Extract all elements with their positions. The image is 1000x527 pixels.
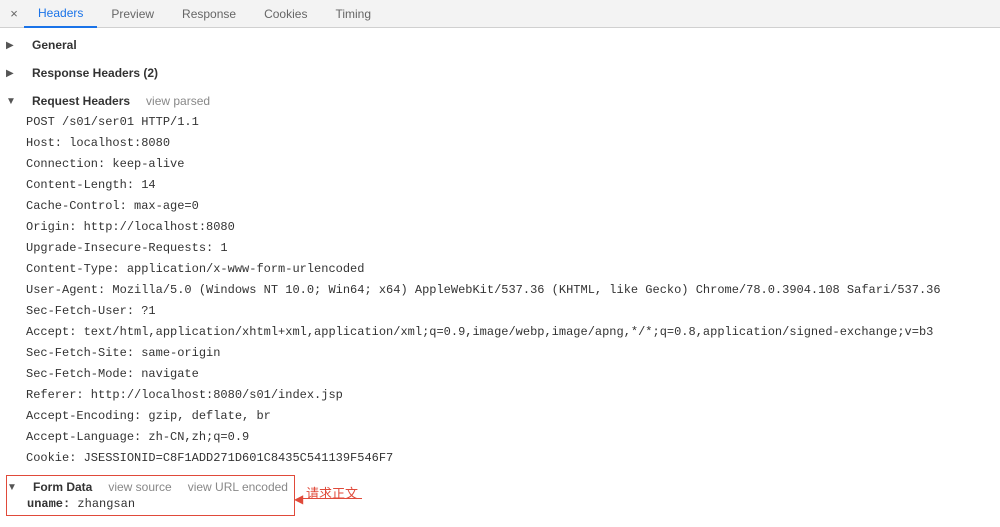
section-form-data[interactable]: ▼ Form Data view source view URL encoded	[7, 478, 288, 496]
chevron-right-icon: ▶	[6, 68, 16, 79]
section-response-headers-title: Response Headers (2)	[32, 66, 158, 80]
chevron-down-icon: ▼	[7, 482, 17, 493]
view-parsed-link[interactable]: view parsed	[146, 94, 210, 108]
tab-timing[interactable]: Timing	[321, 0, 385, 28]
close-icon[interactable]: ×	[4, 6, 24, 21]
annotation-text: 请求正文	[306, 483, 358, 502]
section-general[interactable]: ▶ General	[6, 34, 994, 56]
chevron-down-icon: ▼	[6, 96, 16, 107]
annotation-arrow-icon: ◀	[294, 493, 303, 505]
view-source-link[interactable]: view source	[108, 480, 171, 494]
tab-cookies[interactable]: Cookies	[250, 0, 321, 28]
request-headers-raw: POST /s01/ser01 HTTP/1.1 Host: localhost…	[6, 112, 994, 469]
tab-headers[interactable]: Headers	[24, 0, 97, 28]
view-url-encoded-link[interactable]: view URL encoded	[188, 480, 288, 494]
headers-panel: ▶ General ▶ Response Headers (2) ▼ Reque…	[0, 28, 1000, 522]
section-form-data-title: Form Data	[33, 480, 92, 494]
chevron-right-icon: ▶	[6, 40, 16, 51]
form-data-highlight-box: ▼ Form Data view source view URL encoded…	[6, 475, 295, 516]
devtools-tabbar: × Headers Preview Response Cookies Timin…	[0, 0, 1000, 28]
form-field-key: uname:	[7, 497, 70, 511]
tab-response[interactable]: Response	[168, 0, 250, 28]
section-response-headers[interactable]: ▶ Response Headers (2)	[6, 62, 994, 84]
form-field-value: zhangsan	[70, 497, 135, 511]
section-general-title: General	[32, 38, 77, 52]
section-request-headers-title: Request Headers	[32, 94, 130, 108]
section-request-headers[interactable]: ▼ Request Headers view parsed	[6, 90, 994, 112]
tab-preview[interactable]: Preview	[97, 0, 168, 28]
